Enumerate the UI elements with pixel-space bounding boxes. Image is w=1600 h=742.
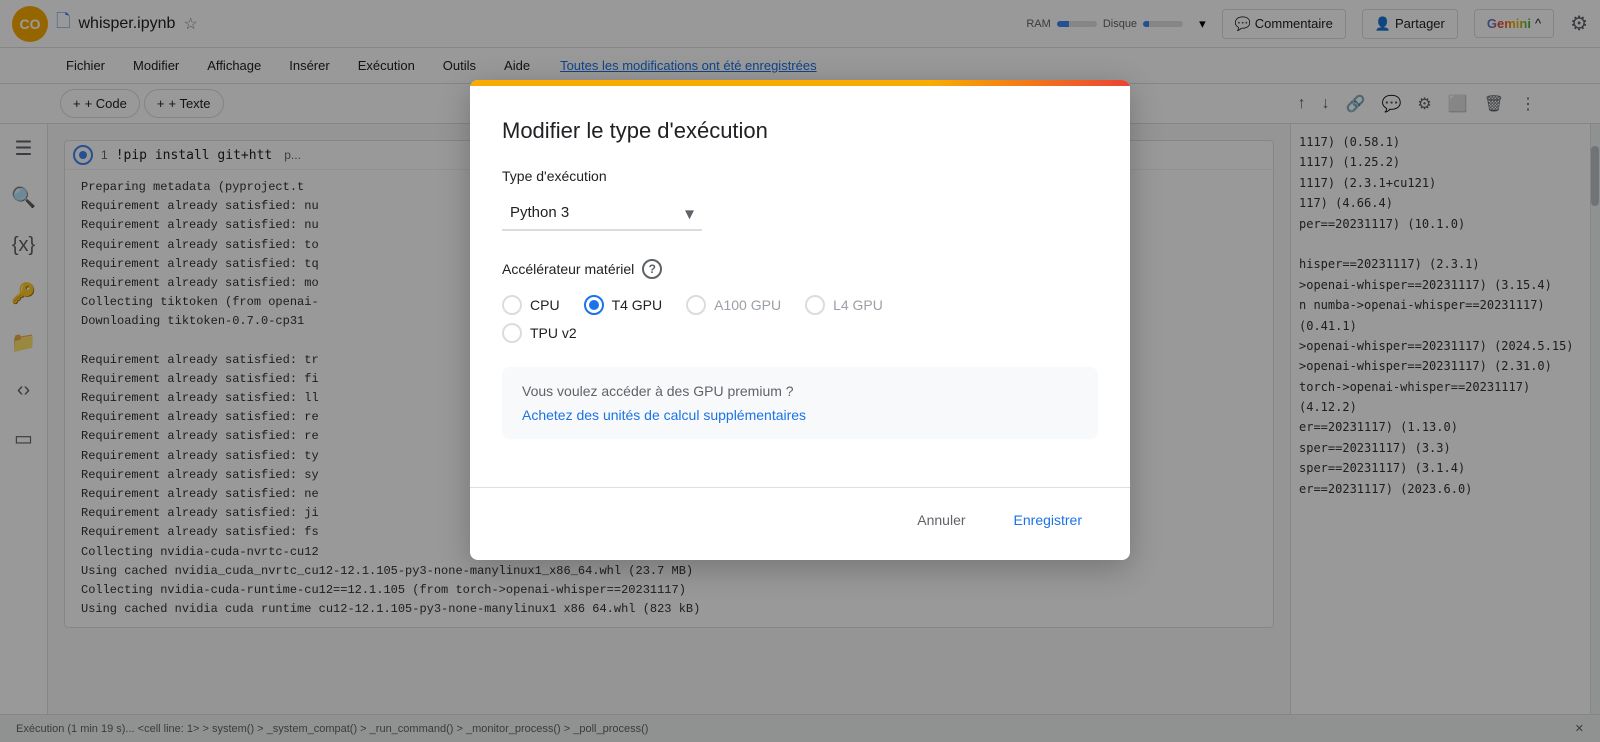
help-icon[interactable]: ?	[642, 259, 662, 279]
radio-circle-a100gpu	[686, 295, 706, 315]
premium-text: Vous voulez accéder à des GPU premium ?	[522, 383, 1078, 399]
cancel-button[interactable]: Annuler	[901, 504, 981, 536]
radio-label-cpu: CPU	[530, 297, 560, 313]
accelerator-radio-group-2: TPU v2	[502, 323, 1098, 343]
radio-label-l4gpu: L4 GPU	[833, 297, 883, 313]
premium-link[interactable]: Achetez des unités de calcul supplémenta…	[522, 407, 806, 423]
radio-cpu[interactable]: CPU	[502, 295, 560, 315]
modal-body: Modifier le type d'exécution Type d'exéc…	[470, 86, 1130, 487]
radio-dot-t4gpu	[589, 300, 599, 310]
radio-a100gpu[interactable]: A100 GPU	[686, 295, 781, 315]
radio-label-a100gpu: A100 GPU	[714, 297, 781, 313]
modal-footer: Annuler Enregistrer	[470, 487, 1130, 560]
radio-circle-tpuv2	[502, 323, 522, 343]
radio-label-tpuv2: TPU v2	[530, 325, 577, 341]
modal-overlay: Modifier le type d'exécution Type d'exéc…	[0, 0, 1600, 742]
radio-tpuv2[interactable]: TPU v2	[502, 323, 577, 343]
premium-box: Vous voulez accéder à des GPU premium ? …	[502, 367, 1098, 439]
radio-t4gpu[interactable]: T4 GPU	[584, 295, 663, 315]
accelerator-section: Accélérateur matériel ? CPU T4 GPU	[502, 259, 1098, 343]
accelerator-label: Accélérateur matériel ?	[502, 259, 1098, 279]
radio-circle-cpu	[502, 295, 522, 315]
modal-dialog: Modifier le type d'exécution Type d'exéc…	[470, 80, 1130, 560]
runtime-type-select[interactable]: Python 3	[502, 196, 702, 231]
radio-l4gpu[interactable]: L4 GPU	[805, 295, 883, 315]
accelerator-radio-group: CPU T4 GPU A100 GPU	[502, 295, 1098, 315]
radio-label-t4gpu: T4 GPU	[612, 297, 663, 313]
radio-circle-l4gpu	[805, 295, 825, 315]
runtime-type-label: Type d'exécution	[502, 168, 1098, 184]
save-button[interactable]: Enregistrer	[998, 504, 1098, 536]
radio-circle-t4gpu	[584, 295, 604, 315]
runtime-select-wrapper: Python 3 ▾	[502, 196, 702, 231]
modal-title: Modifier le type d'exécution	[502, 118, 1098, 144]
